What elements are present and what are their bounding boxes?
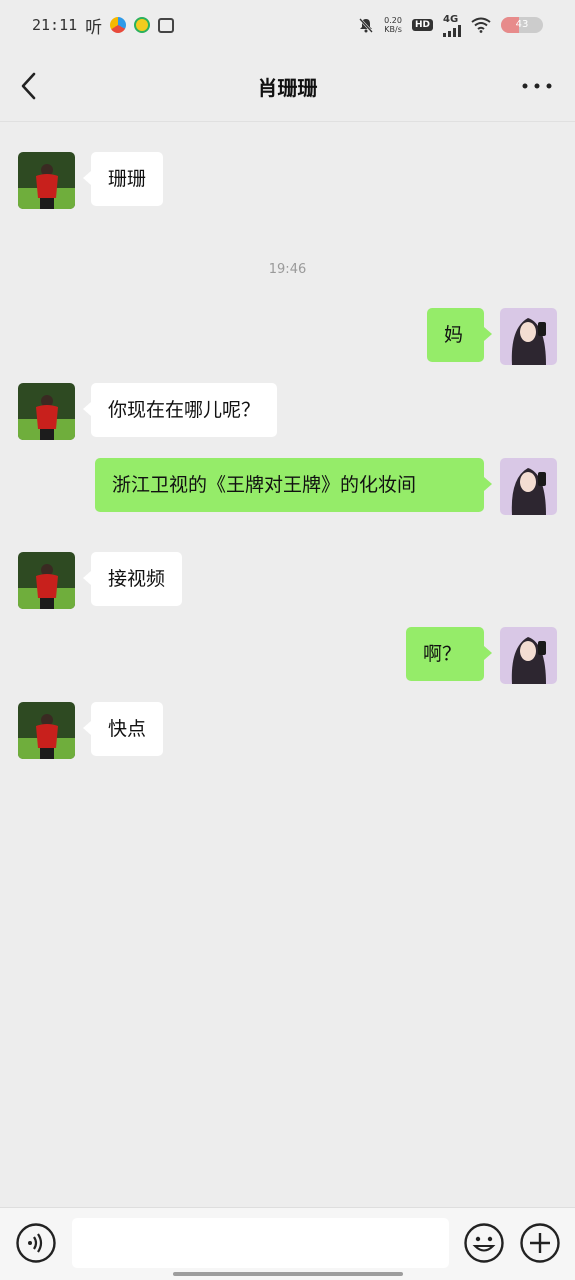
my-avatar[interactable] [500, 627, 557, 684]
cellular-signal: 4G [443, 14, 461, 37]
app-notification-icon [134, 17, 151, 33]
status-right: 0.20 KB/s HD 4G 43 [358, 14, 543, 37]
message-bubble-outgoing[interactable]: 妈 [427, 308, 492, 362]
my-avatar[interactable] [500, 308, 557, 365]
network-speed-unit: KB/s [384, 25, 402, 34]
message-bubble-outgoing[interactable]: 浙江卫视的《王牌对王牌》的化妆间 [95, 458, 492, 512]
status-bar: 21:11 听 0.20 KB/s HD 4G 43 [0, 0, 575, 50]
status-time: 21:11 [32, 16, 78, 34]
voice-icon[interactable] [15, 1222, 57, 1264]
more-options-icon[interactable] [519, 78, 555, 94]
message-bubble-outgoing[interactable]: 啊？ [406, 627, 492, 681]
message-timestamp: 19:46 [268, 262, 307, 277]
home-indicator[interactable] [173, 1272, 403, 1276]
message-bubble-incoming[interactable]: 接视频 [82, 552, 183, 606]
input-bar [0, 1207, 575, 1280]
message-input[interactable] [72, 1218, 449, 1268]
battery-level: 43 [515, 19, 529, 30]
message-bubble-incoming[interactable]: 珊珊 [82, 152, 164, 206]
chat-header: 肖珊珊 [0, 50, 575, 122]
message-notification-icon [158, 17, 175, 33]
plus-icon[interactable] [519, 1222, 561, 1264]
contact-avatar[interactable] [18, 152, 75, 209]
message-bubble-incoming[interactable]: 你现在在哪儿呢？ [82, 383, 278, 437]
emoji-icon[interactable] [463, 1222, 505, 1264]
chat-title: 肖珊珊 [257, 76, 318, 100]
network-speed-value: 0.20 [384, 16, 402, 25]
network-speed: 0.20 KB/s [384, 16, 402, 34]
contact-avatar[interactable] [18, 552, 75, 609]
status-left: 21:11 听 [32, 13, 175, 38]
app-notification-icon [110, 17, 127, 33]
signal-bars-icon [443, 24, 461, 37]
contact-avatar[interactable] [18, 383, 75, 440]
my-avatar[interactable] [500, 458, 557, 515]
hd-badge: HD [411, 19, 433, 31]
status-app-label: 听 [85, 17, 103, 38]
battery-icon: 43 [501, 17, 543, 33]
message-bubble-incoming[interactable]: 快点 [82, 702, 164, 756]
wifi-icon [471, 17, 491, 33]
mute-bell-icon [359, 18, 374, 33]
network-type: 4G [443, 13, 459, 25]
contact-avatar[interactable] [18, 702, 75, 759]
